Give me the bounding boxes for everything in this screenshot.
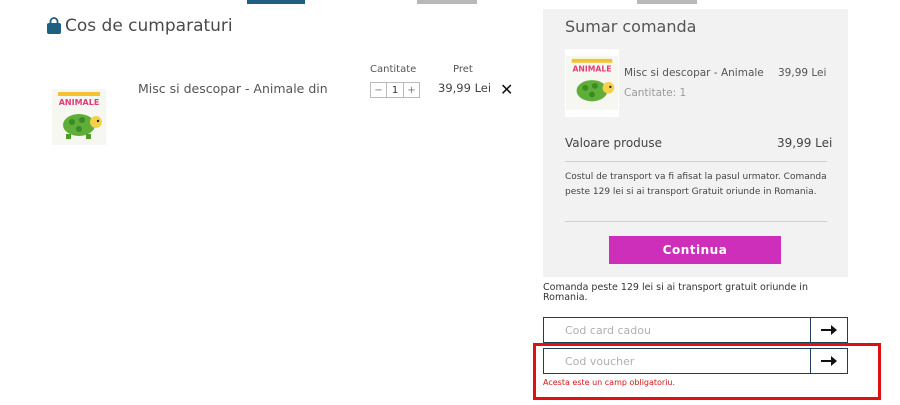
summary-product-price: 39,99 Lei <box>778 67 827 79</box>
error-highlight-box <box>533 343 881 400</box>
product-name[interactable]: Misc si descopar - Animale din <box>138 81 328 96</box>
increase-quantity-button[interactable]: + <box>404 83 419 97</box>
shopping-bag-icon <box>47 17 61 34</box>
products-total-value: 39,99 Lei <box>777 136 833 150</box>
free-shipping-note: Comanda peste 129 lei si ai transport gr… <box>543 282 808 303</box>
gift-card-input[interactable]: Cod card cadou <box>543 317 810 343</box>
step-tab[interactable] <box>637 0 697 4</box>
quantity-header: Cantitate <box>370 64 417 75</box>
product-image[interactable]: ANIMALE <box>52 89 106 145</box>
gift-card-submit-button[interactable] <box>810 317 848 343</box>
divider <box>565 161 827 162</box>
remove-item-close-icon[interactable]: ✕ <box>500 80 513 99</box>
continue-button[interactable]: Continua <box>609 236 781 264</box>
line-price: 39,99 Lei <box>438 81 492 95</box>
product-image-title: ANIMALE <box>59 98 100 107</box>
order-summary: Sumar comanda ANIMALE Misc si descopar -… <box>543 9 848 277</box>
arrow-right-icon <box>821 325 837 335</box>
step-tab-active[interactable] <box>247 0 305 4</box>
step-tab[interactable] <box>417 0 477 4</box>
summary-title: Sumar comanda <box>565 17 697 36</box>
summary-product-image: ANIMALE <box>565 49 619 117</box>
page-title: Cos de cumparaturi <box>46 16 233 36</box>
price-header: Pret <box>453 64 473 75</box>
page-title-text: Cos de cumparaturi <box>65 16 233 36</box>
summary-image-title: ANIMALE <box>572 64 611 73</box>
quantity-stepper[interactable]: − 1 + <box>370 82 420 98</box>
divider <box>565 221 827 222</box>
shipping-note: Costul de transport va fi afisat la pasu… <box>565 172 827 197</box>
decrease-quantity-button[interactable]: − <box>371 83 386 97</box>
quantity-value[interactable]: 1 <box>386 83 404 97</box>
products-total-label: Valoare produse <box>565 136 663 150</box>
summary-product-quantity: Cantitate: 1 <box>624 87 687 99</box>
summary-product-name: Misc si descopar - Animale <box>624 67 764 79</box>
gift-card-row: Cod card cadou <box>543 317 848 343</box>
